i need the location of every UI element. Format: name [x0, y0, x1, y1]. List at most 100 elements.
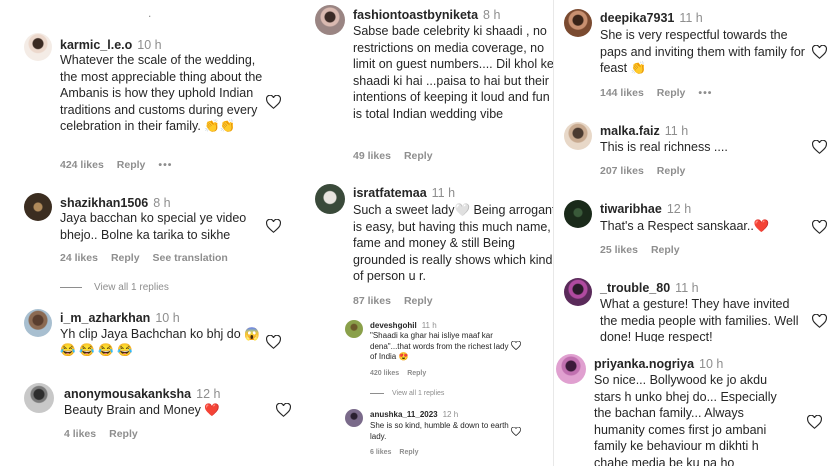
comment-item: fashiontoastbyniketa 8 h Sabse bade celeb…	[300, 0, 560, 175]
avatar[interactable]	[345, 409, 363, 427]
like-heart-icon[interactable]	[812, 45, 827, 59]
likes-count[interactable]: 144 likes	[600, 87, 644, 99]
comment-item: _trouble_80 11 h What a gesture! They hav…	[554, 274, 830, 342]
comment-time: 11 h	[664, 124, 689, 138]
avatar[interactable]	[24, 193, 52, 221]
likes-count[interactable]: 87 likes	[353, 295, 391, 307]
comments-column-middle: fashiontoastbyniketa 8 h Sabse bade celeb…	[300, 0, 560, 466]
like-heart-icon[interactable]	[807, 415, 822, 429]
comment-text: She is so kind, humble & down to earth l…	[370, 421, 509, 441]
comment-meta: 25 likes Reply	[600, 244, 693, 256]
likes-count[interactable]: 6 likes	[370, 449, 391, 456]
reply-button[interactable]: Reply	[399, 449, 418, 456]
comment-time: 10 h	[155, 311, 180, 325]
comment-meta: 49 likes Reply	[353, 150, 446, 162]
comment-text: This is real richness ....	[600, 140, 728, 154]
like-heart-icon[interactable]	[511, 341, 521, 350]
likes-count[interactable]: 4 likes	[64, 428, 96, 440]
comment-text: Whatever the scale of the wedding, the m…	[60, 53, 263, 133]
avatar[interactable]	[315, 5, 345, 35]
like-heart-icon[interactable]	[266, 219, 281, 233]
avatar[interactable]	[564, 278, 592, 306]
comment-text: What a gesture! They have invited the me…	[600, 297, 799, 342]
avatar[interactable]	[24, 383, 54, 413]
comment-meta: 4 likes Reply	[64, 428, 151, 440]
comment-username[interactable]: karmic_l.e.o 10 h	[60, 38, 162, 52]
comment-text: "Shaadi ka ghar hai isliye maaf kar dena…	[370, 331, 509, 361]
comment-username[interactable]: malka.faiz 11 h	[600, 124, 688, 138]
reply-button[interactable]: Reply	[404, 295, 433, 307]
comment-item: shazikhan1506 8 h Jaya bacchan ko special…	[0, 185, 298, 300]
comment-username[interactable]: priyanka.nogriya 10 h	[594, 357, 723, 371]
comment-item: i_m_azharkhan 10 h Yh clip Jaya Bachchan …	[0, 305, 298, 375]
likes-count[interactable]: 49 likes	[353, 150, 391, 162]
emoji-row: 😂 😂 😂 😂	[60, 343, 133, 357]
more-options-icon[interactable]: •••	[698, 87, 712, 99]
comment-username[interactable]: shazikhan1506 8 h	[60, 196, 171, 210]
reply-button[interactable]: Reply	[404, 150, 433, 162]
comment-text: Such a sweet lady🤍 Being arrogant is eas…	[353, 203, 556, 283]
comment-meta: 144 likes Reply •••	[600, 87, 725, 99]
reply-button[interactable]: Reply	[109, 428, 138, 440]
view-replies-link[interactable]: View all 1 replies	[60, 282, 169, 293]
avatar[interactable]	[564, 200, 592, 228]
comment-item: deepika7931 11 h She is very respectful t…	[554, 0, 830, 110]
comment-username[interactable]: fashiontoastbyniketa 8 h	[353, 8, 500, 22]
reply-button[interactable]: Reply	[111, 252, 140, 264]
comment-text: Yh clip Jaya Bachchan ko bhj do 😱	[60, 327, 260, 341]
comment-time: 12 h	[666, 202, 692, 216]
like-heart-icon[interactable]	[812, 220, 827, 234]
comment-username[interactable]: deepika7931 11 h	[600, 11, 703, 25]
comment-time: 8 h	[483, 8, 501, 22]
reply-button[interactable]: Reply	[407, 370, 426, 377]
comment-text: Jaya bacchan ko special ye video bhejo..…	[60, 211, 247, 242]
comment-meta: 24 likes Reply See translation	[60, 252, 241, 264]
avatar[interactable]	[564, 122, 592, 150]
reply-button[interactable]: Reply	[657, 165, 686, 177]
comment-item: karmic_l.e.o 10 h Whatever the scale of t…	[0, 0, 298, 180]
avatar[interactable]	[24, 33, 52, 61]
like-heart-icon[interactable]	[511, 427, 521, 436]
comment-meta: 424 likes Reply •••	[60, 159, 185, 171]
avatar[interactable]	[24, 309, 52, 337]
comment-username[interactable]: anonymousakanksha 12 h	[64, 387, 220, 401]
comment-username[interactable]: deveshgohil 11 h	[370, 321, 437, 330]
comment-time: 12 h	[196, 387, 221, 401]
comment-meta: 87 likes Reply	[353, 295, 446, 307]
comment-text: Sabse bade celebrity ki shaadi , no rest…	[353, 24, 554, 121]
like-heart-icon[interactable]	[266, 95, 281, 109]
reply-button[interactable]: Reply	[657, 87, 686, 99]
comment-time: 11 h	[675, 281, 699, 295]
like-heart-icon[interactable]	[266, 335, 281, 349]
comment-item: isratfatemaa 11 h Such a sweet lady🤍 Bein…	[300, 180, 560, 310]
view-replies-link[interactable]: View all 1 replies	[370, 390, 444, 397]
likes-count[interactable]: 207 likes	[600, 165, 644, 177]
comment-time: 11 h	[679, 11, 703, 25]
like-heart-icon[interactable]	[812, 140, 827, 154]
avatar[interactable]	[345, 320, 363, 338]
comment-username[interactable]: tiwaribhae 12 h	[600, 202, 691, 216]
comment-meta: 207 likes Reply	[600, 165, 698, 177]
comment-time: 8 h	[153, 196, 171, 210]
comment-time: 11 h	[431, 186, 456, 200]
comment-username[interactable]: _trouble_80 11 h	[600, 281, 699, 295]
comment-username[interactable]: isratfatemaa 11 h	[353, 186, 455, 200]
likes-count[interactable]: 24 likes	[60, 252, 98, 264]
more-options-icon[interactable]: •••	[158, 159, 172, 171]
comment-username[interactable]: i_m_azharkhan 10 h	[60, 311, 180, 325]
comment-item: tiwaribhae 12 h That's a Respect sanskaar…	[554, 196, 830, 266]
avatar[interactable]	[556, 354, 586, 384]
avatar[interactable]	[564, 9, 592, 37]
like-heart-icon[interactable]	[276, 403, 291, 417]
avatar[interactable]	[315, 184, 345, 214]
likes-count[interactable]: 420 likes	[370, 370, 399, 377]
reply-button[interactable]: Reply	[651, 244, 680, 256]
reply-item: deveshgohil 11 h "Shaadi ka ghar hai isli…	[300, 316, 560, 406]
likes-count[interactable]: 424 likes	[60, 159, 104, 171]
comment-username[interactable]: anushka_11_2023 12 h	[370, 410, 458, 419]
likes-count[interactable]: 25 likes	[600, 244, 638, 256]
reply-button[interactable]: Reply	[117, 159, 146, 171]
see-translation-link[interactable]: See translation	[153, 252, 228, 264]
like-heart-icon[interactable]	[812, 314, 827, 328]
comment-time: 12 h	[442, 410, 459, 419]
